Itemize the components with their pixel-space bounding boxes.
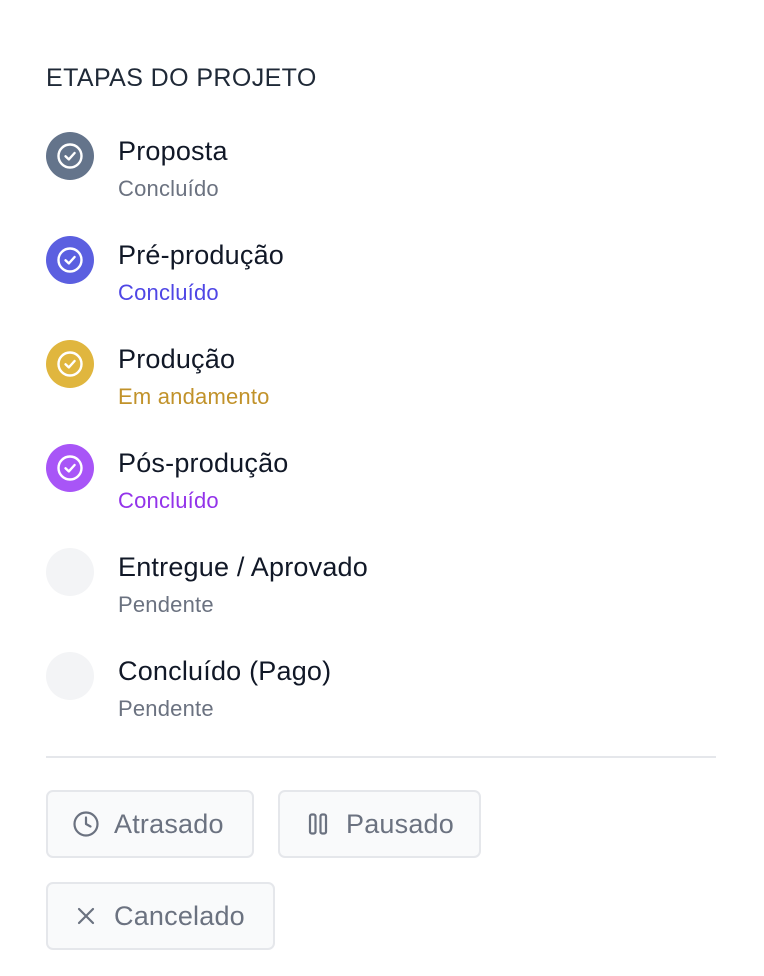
stage-indicator <box>46 652 94 700</box>
delayed-button[interactable]: Atrasado <box>46 790 254 858</box>
clock-icon <box>72 810 100 838</box>
stage-producao[interactable]: Produção Em andamento <box>46 340 716 420</box>
stage-indicator <box>46 132 94 180</box>
stage-pos-producao[interactable]: Pós-produção Concluído <box>46 444 716 524</box>
stage-status: Pendente <box>118 592 214 617</box>
delayed-label: Atrasado <box>114 808 224 839</box>
check-circle-icon <box>56 142 84 170</box>
stage-indicator <box>46 340 94 388</box>
stage-indicator <box>46 236 94 284</box>
stage-status: Concluído <box>118 280 219 305</box>
pause-icon <box>304 810 332 838</box>
stage-status: Concluído <box>118 176 219 201</box>
stage-pre-producao[interactable]: Pré-produção Concluído <box>46 236 716 316</box>
stage-title: Pós-produção <box>118 448 289 478</box>
stage-proposta[interactable]: Proposta Concluído <box>46 132 716 212</box>
divider <box>46 756 716 758</box>
check-circle-icon <box>56 246 84 274</box>
paused-button[interactable]: Pausado <box>278 790 481 858</box>
stage-title: Concluído (Pago) <box>118 656 332 686</box>
section-heading: ETAPAS DO PROJETO <box>46 64 317 92</box>
cancelled-label: Cancelado <box>114 900 245 931</box>
stage-entregue-aprovado[interactable]: Entregue / Aprovado Pendente <box>46 548 716 628</box>
stage-status: Concluído <box>118 488 219 513</box>
stage-title: Pré-produção <box>118 240 284 270</box>
stage-concluido-pago[interactable]: Concluído (Pago) Pendente <box>46 652 716 732</box>
stage-title: Produção <box>118 344 236 374</box>
stage-status: Pendente <box>118 696 214 721</box>
stage-title: Entregue / Aprovado <box>118 552 368 582</box>
close-icon <box>72 902 100 930</box>
stage-indicator <box>46 548 94 596</box>
cancelled-button[interactable]: Cancelado <box>46 882 275 950</box>
check-circle-icon <box>56 454 84 482</box>
stage-title: Proposta <box>118 136 228 166</box>
paused-label: Pausado <box>346 808 454 839</box>
check-circle-icon <box>56 350 84 378</box>
stage-status: Em andamento <box>118 384 270 409</box>
stage-indicator <box>46 444 94 492</box>
